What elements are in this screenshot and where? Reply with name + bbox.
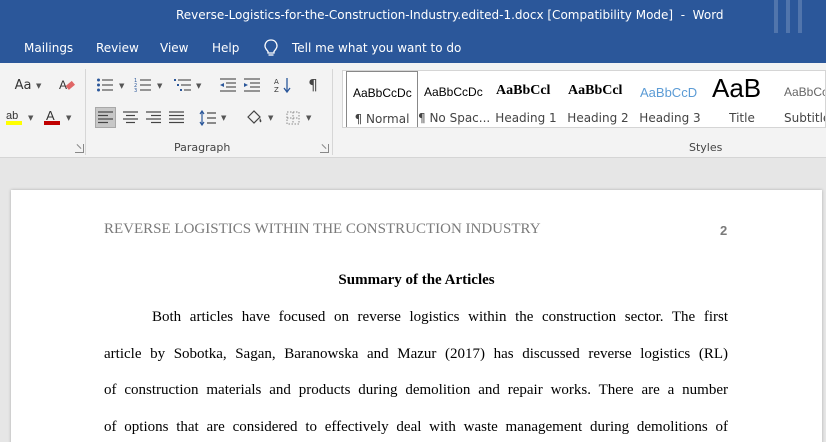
align-left-button[interactable] <box>95 107 116 128</box>
change-case-label: Aa <box>14 77 32 93</box>
numbered-list-icon: 1 2 3 <box>134 78 151 93</box>
title-bar: Reverse-Logistics-for-the-Construction-I… <box>0 0 826 33</box>
tab-review[interactable]: Review <box>96 41 139 55</box>
borders-icon <box>286 111 300 124</box>
align-right-button[interactable] <box>143 107 163 128</box>
bullets-button[interactable] <box>95 75 115 95</box>
style-heading-1[interactable]: AaBbCcl Heading 1 <box>490 71 562 127</box>
chevron-down-icon[interactable]: ▼ <box>157 82 162 90</box>
numbering-button[interactable]: 1 2 3 <box>133 75 153 95</box>
chevron-down-icon[interactable]: ▼ <box>28 114 33 122</box>
paragraph-group-label: Paragraph <box>174 141 231 154</box>
style-normal[interactable]: AaBbCcDc ¶ Normal <box>346 71 418 127</box>
svg-text:A: A <box>274 78 279 86</box>
style-name: Heading 2 <box>567 111 629 125</box>
style-name: Subtitle <box>784 111 826 125</box>
paragraph-line: Both articles have focused on reverse lo… <box>152 309 728 325</box>
style-no-spacing[interactable]: AaBbCcDc ¶ No Spac... <box>418 71 490 127</box>
font-color-button[interactable]: A <box>42 107 62 127</box>
group-separator <box>332 69 333 155</box>
show-formatting-button[interactable]: ¶ <box>303 75 323 95</box>
word-logo-watermark <box>774 0 802 33</box>
ribbon-tabs: Mailings Review View Help Tell me what y… <box>0 33 826 63</box>
bullet-list-icon <box>97 78 113 92</box>
highlighter-icon: ab <box>6 110 22 125</box>
paragraph-dialog-launcher[interactable] <box>320 144 329 153</box>
line-spacing-icon <box>199 109 216 126</box>
document-canvas: REVERSE LOGISTICS WITHIN THE CONSTRUCTIO… <box>0 158 826 442</box>
style-sample: AaB <box>712 73 762 103</box>
group-separator <box>85 69 86 155</box>
sort-icon: A Z <box>274 78 291 94</box>
style-sample: AaBbCcl <box>568 83 623 98</box>
style-name: Title <box>729 111 755 125</box>
chevron-down-icon[interactable]: ▼ <box>221 114 226 122</box>
eraser-icon: A <box>59 78 75 92</box>
page-number: 2 <box>720 223 728 238</box>
svg-text:A: A <box>46 108 55 123</box>
chevron-down-icon[interactable]: ▼ <box>268 114 273 122</box>
line-spacing-button[interactable] <box>198 107 218 128</box>
style-name: Heading 3 <box>639 111 701 125</box>
change-case-button[interactable]: Aa <box>12 75 34 95</box>
justify-button[interactable] <box>166 107 186 128</box>
highlight-color-button[interactable]: ab <box>4 107 24 127</box>
document-page[interactable]: REVERSE LOGISTICS WITHIN THE CONSTRUCTIO… <box>11 190 822 442</box>
lightbulb-icon <box>264 39 278 56</box>
font-color-icon: A <box>44 108 60 125</box>
align-left-icon <box>98 111 113 124</box>
svg-text:Z: Z <box>274 86 279 94</box>
svg-text:ab: ab <box>6 110 18 122</box>
section-heading: Summary of the Articles <box>338 272 495 288</box>
tab-view[interactable]: View <box>160 41 188 55</box>
style-title[interactable]: AaB Title <box>706 71 778 127</box>
style-sample: AaBbCcl <box>496 83 551 98</box>
style-heading-3[interactable]: AaBbCcD Heading 3 <box>634 71 706 127</box>
decrease-indent-icon <box>220 78 236 92</box>
pilcrow-icon: ¶ <box>308 76 318 94</box>
shading-button[interactable] <box>243 107 265 128</box>
style-sample: AaBbCcDc <box>353 86 412 100</box>
chevron-down-icon[interactable]: ▼ <box>36 82 41 90</box>
multilevel-list-icon <box>174 79 191 91</box>
sort-button[interactable]: A Z <box>273 75 293 95</box>
chevron-down-icon[interactable]: ▼ <box>66 114 71 122</box>
style-name: ¶ Normal <box>354 112 410 126</box>
tell-me-search[interactable]: Tell me what you want to do <box>292 41 461 55</box>
svg-text:3: 3 <box>134 88 137 93</box>
tab-mailings[interactable]: Mailings <box>24 41 73 55</box>
running-header: REVERSE LOGISTICS WITHIN THE CONSTRUCTIO… <box>104 221 541 237</box>
multilevel-list-button[interactable] <box>173 75 193 95</box>
style-name: ¶ No Spac... <box>418 111 490 125</box>
window-title: Reverse-Logistics-for-the-Construction-I… <box>176 8 724 22</box>
style-subtitle[interactable]: AaBbCcD Subtitle <box>778 71 826 127</box>
increase-indent-button[interactable] <box>242 75 262 95</box>
paragraph-line: article by Sobotka, Sagan, Baranowska an… <box>104 346 728 362</box>
chevron-down-icon[interactable]: ▼ <box>306 114 311 122</box>
justify-icon <box>168 111 184 124</box>
style-name: Heading 1 <box>495 111 557 125</box>
clear-formatting-button[interactable]: A <box>56 75 78 95</box>
style-sample: AaBbCcD <box>784 85 825 99</box>
chevron-down-icon[interactable]: ▼ <box>196 82 201 90</box>
borders-button[interactable] <box>284 107 302 128</box>
font-dialog-launcher[interactable] <box>75 144 84 153</box>
align-right-icon <box>145 111 161 124</box>
tab-help[interactable]: Help <box>212 41 239 55</box>
style-sample: AaBbCcDc <box>424 85 483 99</box>
style-heading-2[interactable]: AaBbCcl Heading 2 <box>562 71 634 127</box>
paragraph-line: of options that are considered to effect… <box>104 419 728 435</box>
paint-bucket-icon <box>247 109 262 124</box>
paragraph-line: of construction materials and products d… <box>104 382 728 398</box>
chevron-down-icon[interactable]: ▼ <box>119 82 124 90</box>
svg-text:A: A <box>59 78 67 92</box>
decrease-indent-button[interactable] <box>218 75 238 95</box>
increase-indent-icon <box>244 78 260 92</box>
align-center-button[interactable] <box>120 107 140 128</box>
style-sample: AaBbCcD <box>640 85 698 100</box>
styles-gallery: AaBbCcDc ¶ Normal AaBbCcDc ¶ No Spac... … <box>342 70 826 128</box>
styles-group-label: Styles <box>689 141 723 154</box>
align-center-icon <box>122 111 138 124</box>
